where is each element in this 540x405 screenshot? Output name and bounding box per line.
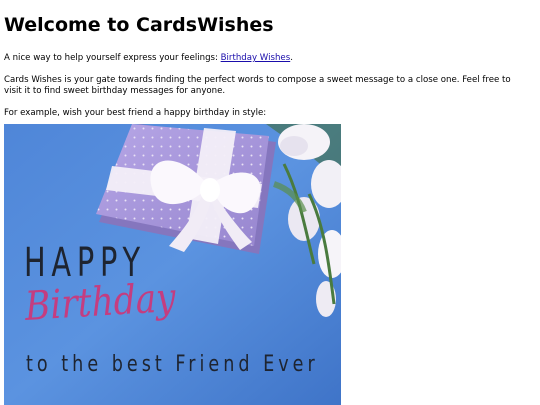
description-paragraph: Cards Wishes is your gate towards findin… <box>4 75 511 96</box>
card-text-layer: HAPPY Birthday to the best Friend Ever <box>4 124 341 405</box>
example-paragraph: For example, wish your best friend a hap… <box>4 108 267 118</box>
birthday-wishes-link[interactable]: Birthday Wishes <box>221 53 291 63</box>
birthday-card-image: HAPPY Birthday to the best Friend Ever <box>4 124 341 405</box>
intro-suffix: . <box>290 53 293 63</box>
page: Welcome to CardsWishes A nice way to hel… <box>0 0 540 405</box>
intro-text: A nice way to help yourself express your… <box>4 53 221 63</box>
card-best-friend-text: to the best Friend Ever <box>26 352 319 377</box>
intro-paragraph: A nice way to help yourself express your… <box>4 53 536 64</box>
page-title: Welcome to CardsWishes <box>4 14 274 36</box>
card-birthday-text: Birthday <box>24 274 177 330</box>
